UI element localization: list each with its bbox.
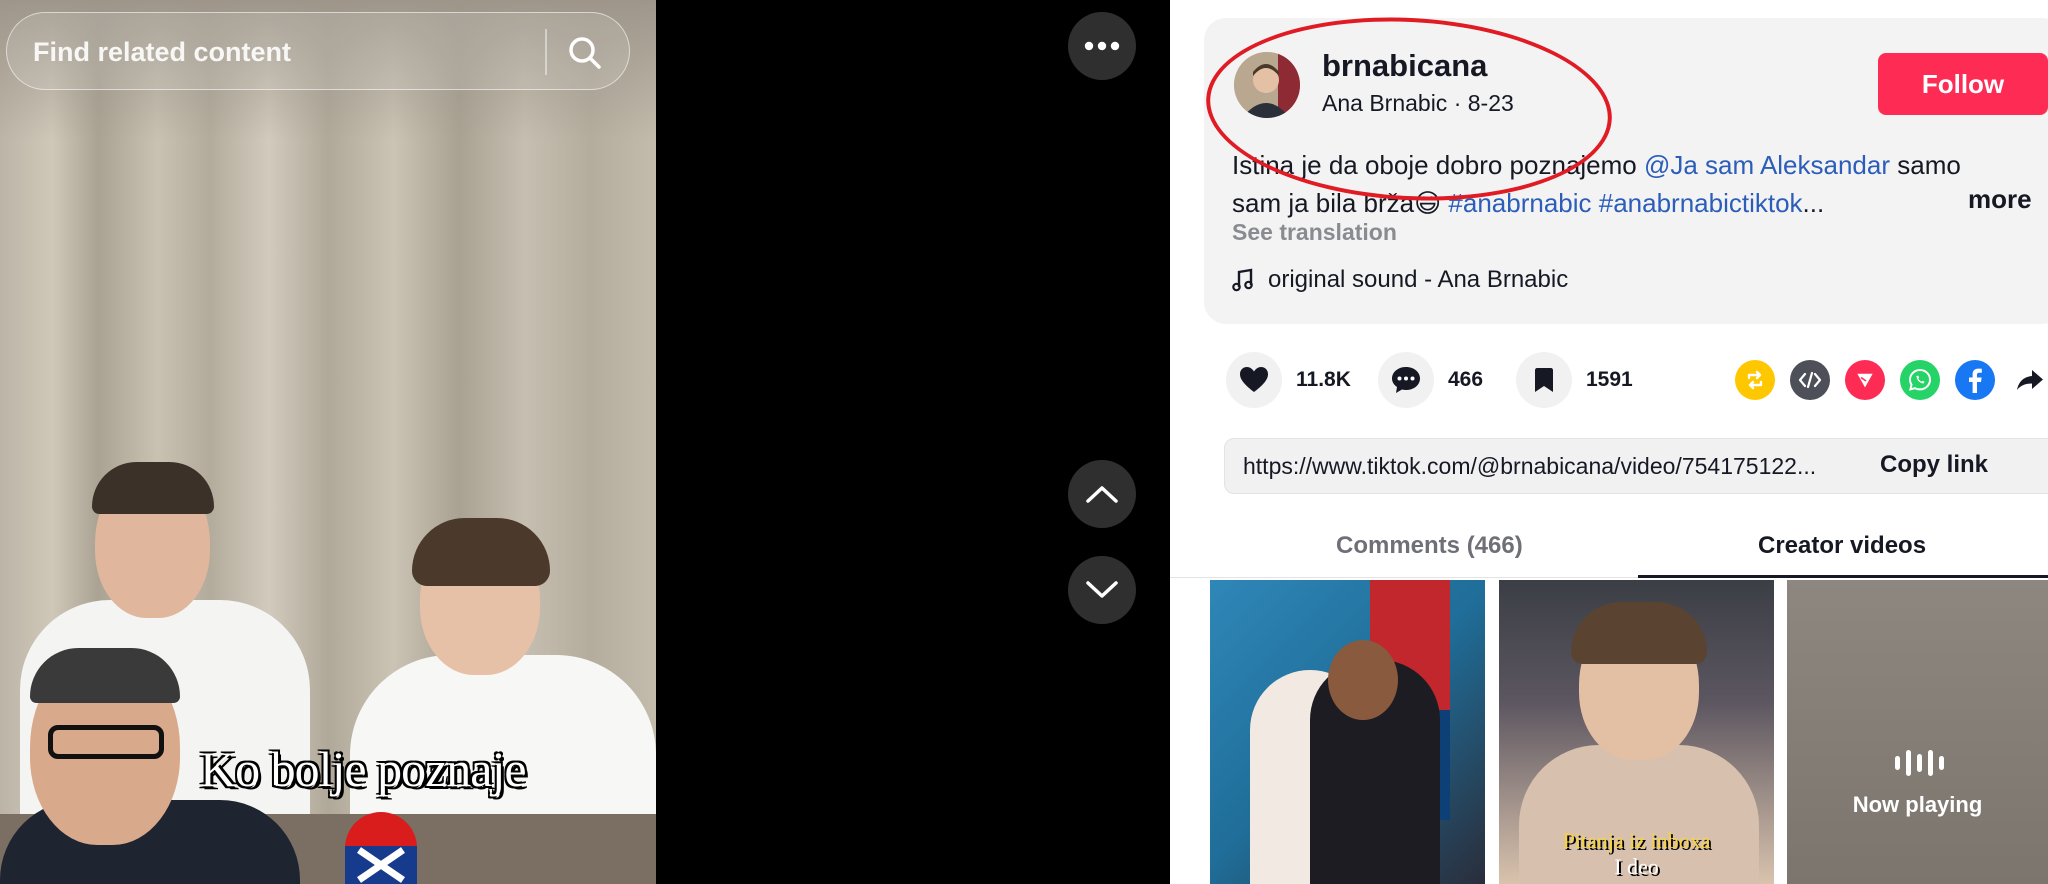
side-panel: brnabicana Ana Brnabic · 8-23 Istina je …	[1170, 0, 2048, 884]
video-url[interactable]: https://www.tiktok.com/@brnabicana/video…	[1243, 453, 1873, 480]
comment-stat[interactable]: 466	[1378, 352, 1483, 408]
bookmark-icon	[1535, 368, 1553, 392]
save-count: 1591	[1586, 368, 1633, 391]
music-note-icon	[1232, 268, 1253, 292]
video-player[interactable]: Ko bolje poznaje	[0, 0, 656, 884]
search-input[interactable]	[33, 33, 533, 71]
facebook-share-button[interactable]	[1955, 360, 1995, 400]
caption-line-1: Istina je da oboje dobro poznajemo @Ja s…	[1232, 150, 1961, 180]
creator-video-thumbnail[interactable]: Pitanja iz inboxa I deo	[1499, 580, 1774, 884]
heart-icon	[1240, 367, 1268, 392]
ellipsis-icon	[1084, 41, 1120, 51]
comment-icon	[1392, 367, 1420, 393]
share-link-box: https://www.tiktok.com/@brnabicana/video…	[1224, 438, 2048, 494]
username[interactable]: brnabicana	[1322, 48, 1487, 84]
creator-video-thumbnail[interactable]	[1210, 580, 1485, 884]
thumbnail-caption: Pitanja iz inboxa	[1562, 828, 1711, 853]
post-date: 8-23	[1467, 90, 1514, 116]
search-bar[interactable]	[6, 12, 630, 90]
more-options-button[interactable]	[1068, 12, 1136, 80]
like-button[interactable]	[1226, 352, 1282, 408]
emoji: 😄	[1414, 188, 1442, 218]
see-translation-link[interactable]: See translation	[1232, 219, 1397, 246]
comment-button[interactable]	[1378, 352, 1434, 408]
avatar[interactable]	[1234, 52, 1300, 118]
hashtag-link[interactable]: #anabrnabic #anabrnabictiktok	[1441, 188, 1802, 218]
sound-link[interactable]: original sound - Ana Brnabic	[1232, 266, 1568, 294]
follow-button[interactable]: Follow	[1878, 53, 2048, 115]
now-playing-icon	[1895, 750, 1944, 776]
send-to-friends-button[interactable]	[1845, 360, 1885, 400]
copy-link-button[interactable]: Copy link	[1880, 451, 1988, 479]
whatsapp-icon	[1908, 368, 1932, 391]
active-tab-indicator	[1638, 575, 2048, 578]
mention-link[interactable]: @Ja sam Aleksandar	[1644, 150, 1890, 180]
tab-bar: Comments (466) Creator videos	[1170, 516, 2048, 578]
chevron-up-icon	[1086, 486, 1118, 503]
chevron-down-icon	[1086, 581, 1118, 598]
embed-button[interactable]	[1790, 360, 1830, 400]
previous-video-button[interactable]	[1068, 460, 1136, 528]
video-caption: Istina je da oboje dobro poznajemo @Ja s…	[1232, 146, 2002, 222]
tab-creator-videos[interactable]: Creator videos	[1758, 532, 1926, 560]
share-more-button[interactable]	[2010, 360, 2048, 400]
author-subline: Ana Brnabic · 8-23	[1322, 90, 1514, 117]
like-stat[interactable]: 11.8K	[1226, 352, 1351, 408]
now-playing-label: Now playing	[1852, 792, 1983, 817]
search-icon[interactable]	[565, 33, 605, 73]
share-arrow-icon	[2017, 370, 2043, 390]
thumbnail-caption: I deo	[1614, 854, 1659, 879]
repost-button[interactable]	[1735, 360, 1775, 400]
embed-icon	[1798, 371, 1822, 389]
next-video-button[interactable]	[1068, 556, 1136, 624]
creator-video-thumbnail-current[interactable]: Now playing	[1787, 580, 2048, 884]
caption-line-2: sam ja bila brža😄 #anabrnabic #anabrnabi…	[1232, 188, 1825, 218]
display-name[interactable]: Ana Brnabic	[1322, 90, 1447, 116]
whatsapp-share-button[interactable]	[1900, 360, 1940, 400]
sound-label: original sound - Ana Brnabic	[1268, 266, 1569, 293]
video-subtitle: Ko bolje poznaje	[200, 741, 527, 797]
video-panel: Ko bolje poznaje	[0, 0, 1170, 884]
repost-icon	[1747, 370, 1763, 390]
save-stat[interactable]: 1591	[1516, 352, 1633, 408]
send-icon	[1854, 372, 1876, 391]
separator: ·	[1447, 90, 1468, 116]
comment-count: 466	[1448, 368, 1484, 391]
more-link[interactable]: more	[1968, 184, 2032, 215]
facebook-icon	[1969, 368, 1982, 393]
save-button[interactable]	[1516, 352, 1572, 408]
tab-comments[interactable]: Comments (466)	[1336, 532, 1523, 560]
like-count: 11.8K	[1296, 368, 1351, 391]
